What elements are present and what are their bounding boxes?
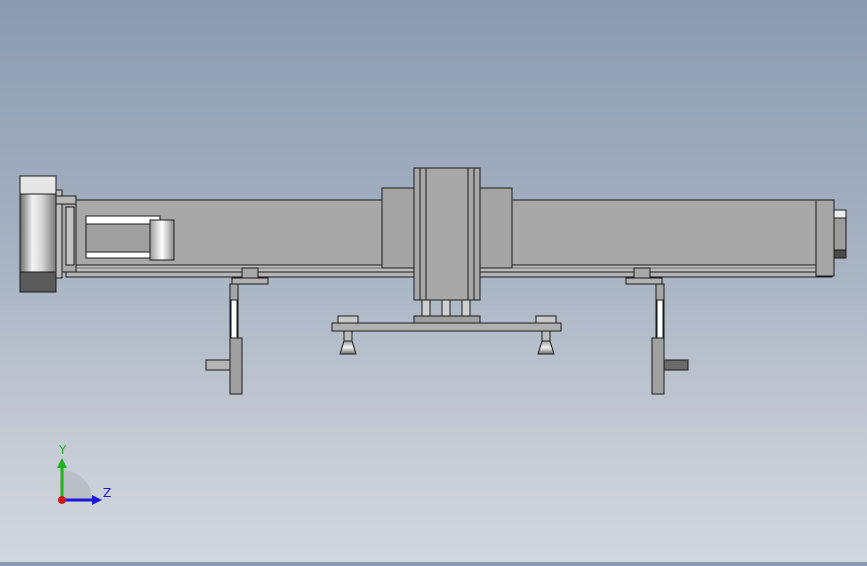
right-end-cap — [815, 199, 847, 277]
coordinate-triad[interactable]: Y Z — [57, 443, 111, 505]
z-axis-label: Z — [103, 486, 111, 500]
triad-quarter-disc — [62, 470, 92, 500]
suction-foot-left — [339, 330, 357, 355]
x-axis-dot-icon — [58, 496, 66, 504]
y-axis-arrow-icon — [57, 458, 67, 468]
bracket-right — [625, 267, 689, 395]
cad-viewport[interactable]: Y Z — [0, 0, 867, 562]
carriage — [381, 167, 513, 325]
suction-foot-right — [537, 330, 555, 355]
lead-screw-window — [85, 215, 175, 261]
y-axis-label: Y — [58, 443, 67, 457]
model-canvas[interactable]: Y Z — [0, 0, 867, 562]
motor-housing — [19, 175, 63, 293]
actuator-assembly — [19, 167, 847, 395]
z-axis-arrow-icon — [92, 495, 102, 505]
bracket-left — [205, 267, 269, 395]
